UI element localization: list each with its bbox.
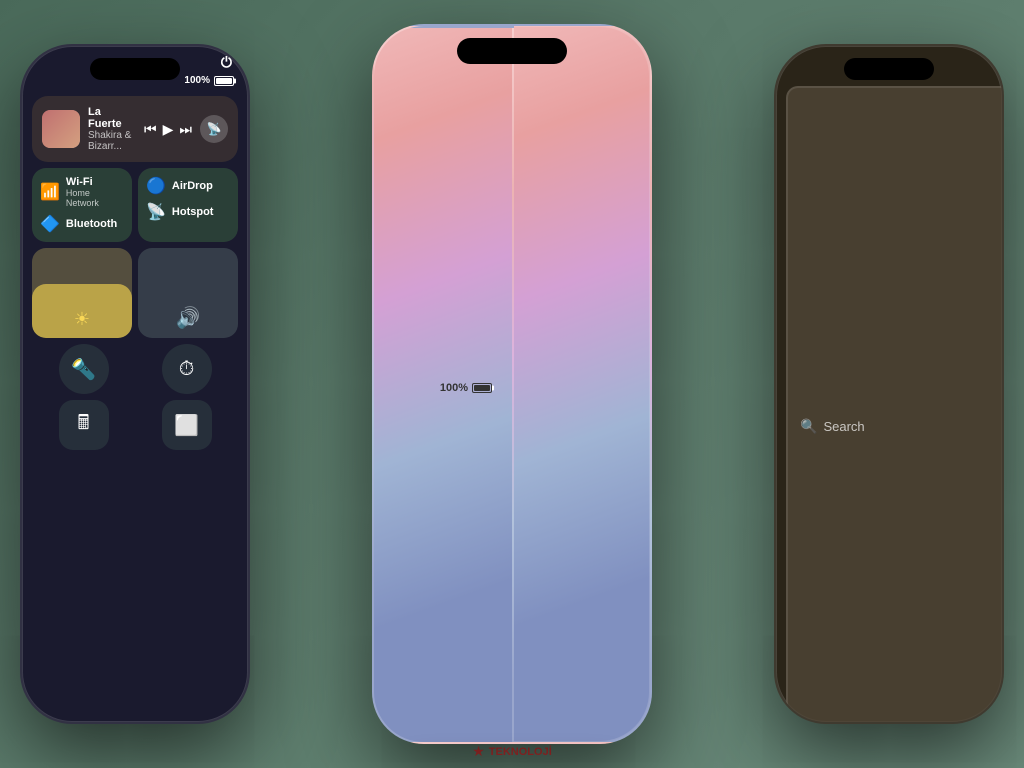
left-battery-bar bbox=[214, 76, 234, 86]
airdrop-icon: 🔵 bbox=[146, 176, 166, 196]
calculator-btn[interactable]: 🖩 bbox=[59, 400, 109, 450]
cc-sliders: 🔊 bbox=[32, 248, 238, 338]
next-btn[interactable]: ⏭ bbox=[179, 121, 192, 138]
np-info: La Fuerte Shakira & Bizarr... bbox=[88, 106, 136, 152]
power-icon: ⏻ bbox=[221, 54, 232, 71]
hotspot-label: Hotspot bbox=[172, 206, 214, 218]
prev-btn[interactable]: ⏮ bbox=[144, 121, 157, 138]
center-battery: 100% bbox=[440, 382, 492, 394]
flashlight-icon: 🔦 bbox=[71, 357, 96, 382]
wifi-network: Home Network bbox=[66, 188, 124, 208]
right-search-area: 🔍 Search bbox=[776, 86, 1002, 724]
airplay-btn-left[interactable]: 📡 bbox=[200, 115, 228, 143]
volume-slider[interactable]: 🔊 bbox=[138, 248, 238, 338]
cc-grid-top: 📶 Wi-Fi Home Network 🔷 Bluetooth 🔵 bbox=[32, 168, 238, 242]
calculator-icon: 🖩 bbox=[78, 408, 90, 442]
timer-icon: ⏱ bbox=[179, 358, 195, 381]
watermark-logo: ★ bbox=[472, 743, 485, 760]
wifi-icon: 📶 bbox=[40, 182, 60, 202]
wifi-label: Wi-Fi bbox=[66, 176, 124, 188]
scene: ⏻ 100% La Fuerte Shakira & Bizarr... bbox=[0, 0, 1024, 768]
np-title: La Fuerte bbox=[88, 106, 136, 130]
flashlight-btn[interactable]: 🔦 bbox=[59, 344, 109, 394]
left-battery-pct: 100% bbox=[184, 75, 210, 86]
hotspot-icon: 📡 bbox=[146, 202, 166, 222]
center-battery-pct: 100% bbox=[440, 382, 468, 394]
center-dynamic-island bbox=[457, 38, 567, 64]
now-playing-widget[interactable]: La Fuerte Shakira & Bizarr... ⏮ ▶ ⏭ 📡 bbox=[32, 96, 238, 162]
airdrop-block[interactable]: 🔵 AirDrop 📡 Hotspot bbox=[138, 168, 238, 242]
watermark-text: TEKNOLOJİ bbox=[489, 746, 552, 758]
screen-mirror-icon: ⬜ bbox=[174, 413, 199, 438]
right-dynamic-island bbox=[844, 58, 934, 80]
center-phone: ▐▐ 📶 100% bbox=[372, 24, 652, 744]
wifi-bt-block[interactable]: 📶 Wi-Fi Home Network 🔷 Bluetooth bbox=[32, 168, 132, 242]
left-cc-container: La Fuerte Shakira & Bizarr... ⏮ ▶ ⏭ 📡 📶 bbox=[22, 90, 248, 456]
search-bar-right[interactable]: 🔍 Search bbox=[786, 86, 1004, 724]
np-artist: Shakira & Bizarr... bbox=[88, 130, 136, 152]
right-phone: 🔍 Search 💬 Translate French Translate 🎙 … bbox=[774, 44, 1004, 724]
timer-btn[interactable]: ⏱ bbox=[162, 344, 212, 394]
cc-bottom-row: 🔦 ⏱ bbox=[32, 344, 238, 394]
left-dynamic-island bbox=[90, 58, 180, 80]
screen-mirror-btn[interactable]: ⬜ bbox=[162, 400, 212, 450]
brightness-slider[interactable] bbox=[32, 248, 132, 338]
watermark: ★ TEKNOLOJİ bbox=[472, 743, 552, 760]
play-btn[interactable]: ▶ bbox=[163, 121, 174, 138]
bt-icon: 🔷 bbox=[40, 214, 60, 234]
cc-bottom-row2: 🖩 ⬜ bbox=[32, 400, 238, 450]
album-art-thumb bbox=[42, 110, 80, 148]
center-battery-bar bbox=[472, 383, 492, 393]
volume-icon-left: 🔊 bbox=[176, 305, 201, 330]
search-icon-right: 🔍 bbox=[800, 418, 817, 435]
np-controls[interactable]: ⏮ ▶ ⏭ bbox=[144, 121, 192, 138]
bt-label: Bluetooth bbox=[66, 218, 117, 230]
search-placeholder: Search bbox=[823, 419, 864, 434]
center-status-bar: ▐▐ 📶 100% bbox=[372, 26, 514, 744]
airdrop-label: AirDrop bbox=[172, 180, 213, 192]
left-phone: ⏻ 100% La Fuerte Shakira & Bizarr... bbox=[20, 44, 250, 724]
